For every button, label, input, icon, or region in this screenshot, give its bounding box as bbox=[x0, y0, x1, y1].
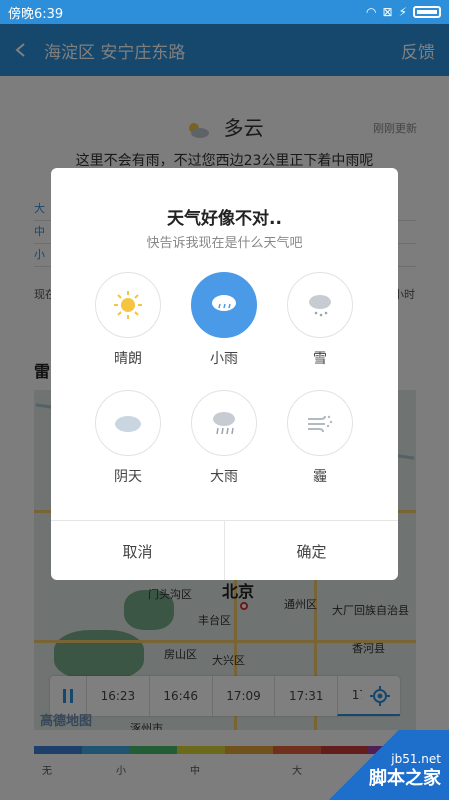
option-label: 小雨 bbox=[210, 351, 238, 367]
option-overcast[interactable]: 阴天 bbox=[94, 390, 162, 486]
status-time: 傍晚6:39 bbox=[8, 6, 64, 22]
dialog-subtitle: 快告诉我现在是什么天气吧 bbox=[146, 236, 303, 251]
option-circle bbox=[287, 390, 353, 456]
watermark: jb51.net 脚本之家 bbox=[319, 730, 449, 800]
option-haze[interactable]: 霾 bbox=[286, 390, 354, 486]
dialog-buttons: 取消 确定 bbox=[51, 520, 398, 580]
heavy-rain-icon bbox=[213, 412, 235, 435]
watermark-name: 脚本之家 bbox=[369, 768, 441, 789]
option-label: 晴朗 bbox=[114, 351, 142, 367]
dialog-title: 天气好像不对.. bbox=[167, 209, 282, 229]
status-icons: ◠ ⊠ ⚡ bbox=[366, 5, 441, 19]
confirm-button[interactable]: 确定 bbox=[224, 521, 398, 580]
status-bar: 傍晚6:39 ◠ ⊠ ⚡ bbox=[0, 0, 449, 24]
option-circle bbox=[191, 272, 257, 338]
option-label: 阴天 bbox=[114, 469, 142, 485]
option-label: 霾 bbox=[313, 469, 327, 485]
haze-icon bbox=[308, 415, 333, 433]
option-light-rain[interactable]: 小雨 bbox=[190, 272, 258, 368]
cloud-icon bbox=[115, 416, 141, 432]
weather-feedback-dialog: 天气好像不对.. 快告诉我现在是什么天气吧 晴朗 小雨 雪 阴天 大雨 霾 取消… bbox=[51, 168, 398, 580]
option-circle bbox=[191, 390, 257, 456]
battery-icon bbox=[413, 6, 441, 18]
charging-icon: ⚡ bbox=[398, 5, 407, 19]
light-rain-icon bbox=[212, 295, 236, 311]
sun-icon bbox=[114, 291, 142, 319]
option-circle bbox=[95, 272, 161, 338]
option-snow[interactable]: 雪 bbox=[286, 272, 354, 368]
wifi-icon: ◠ bbox=[366, 5, 377, 19]
option-circle bbox=[287, 272, 353, 338]
snow-icon bbox=[309, 295, 331, 317]
option-heavy-rain[interactable]: 大雨 bbox=[190, 390, 258, 486]
cancel-button[interactable]: 取消 bbox=[51, 521, 224, 580]
sim-icon: ⊠ bbox=[382, 5, 393, 19]
option-label: 大雨 bbox=[210, 469, 238, 485]
option-sunny[interactable]: 晴朗 bbox=[94, 272, 162, 368]
option-circle bbox=[95, 390, 161, 456]
option-label: 雪 bbox=[313, 351, 327, 367]
